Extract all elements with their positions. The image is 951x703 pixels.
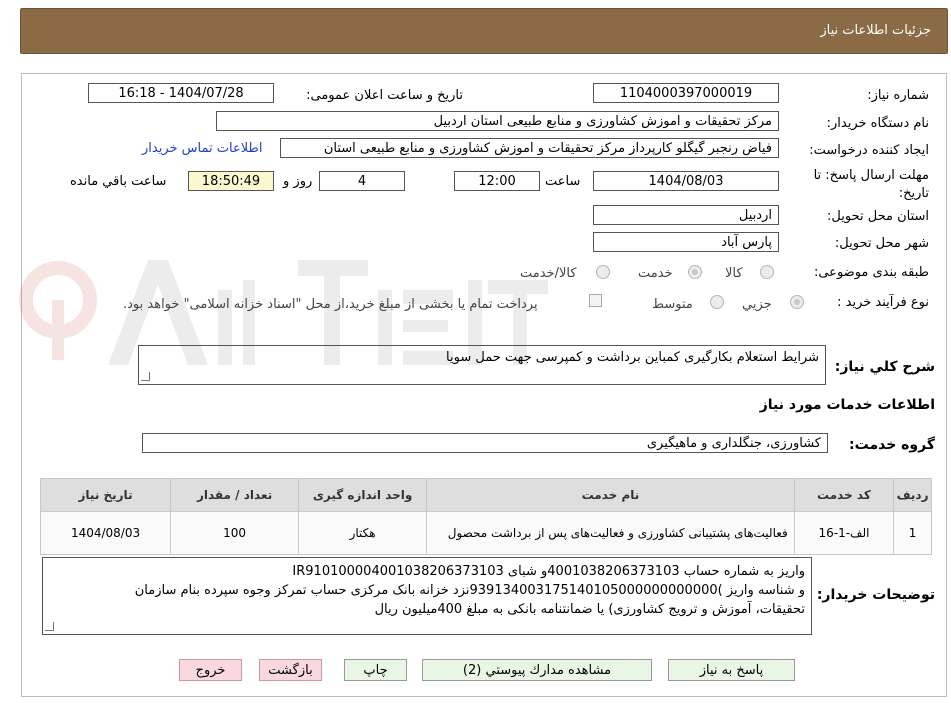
buyer-notes-line: و شناسه واریز )9391340031751401050000000… [134, 583, 805, 598]
buyer-contact-link[interactable]: اطلاعات تماس خریدار [142, 141, 262, 156]
table-row: 1 الف-1-16 فعالیت‌های پشتیبانی کشاورزی و… [39, 511, 932, 555]
reply-button[interactable]: پاسخ به نیاز [668, 659, 795, 681]
deadline-label: مهلت ارسال پاسخ: تا تاریخ: [813, 168, 929, 201]
page-title: جزئیات اطلاعات نیاز [820, 23, 931, 38]
category-both-label: کالا/خدمت [520, 266, 577, 281]
service-group-field: کشاورزی، جنگلداری و ماهیگیری [142, 433, 828, 453]
province-field: اردبیل [593, 205, 779, 225]
buyer-notes-line: واریز به شماره حساب 4001038206373103و شب… [292, 564, 805, 579]
service-group-label: گروه خدمت: [849, 437, 935, 453]
announce-label: تاریخ و ساعت اعلان عمومی: [306, 88, 463, 103]
process-minor-radio[interactable] [790, 295, 804, 309]
cell-name: فعالیت‌های پشتیبانی کشاورزی و فعالیت‌های… [426, 511, 795, 555]
page-header: جزئیات اطلاعات نیاز [20, 8, 948, 54]
attachments-button[interactable]: مشاهده مدارك پيوستي (2) [422, 659, 652, 681]
col-qty: تعداد / مقدار [170, 478, 300, 512]
city-field: پارس آباد [593, 232, 779, 252]
category-goods-label: کالا [725, 266, 743, 281]
col-name: نام خدمت [426, 478, 795, 512]
description-textarea[interactable]: شرایط استعلام بکارگیری کمباین برداشت و ک… [138, 345, 826, 385]
table-header-row: ردیف کد خدمت نام خدمت واحد اندازه گیری ت… [39, 478, 932, 512]
cell-code: الف-1-16 [793, 511, 895, 555]
treasury-payment-note: پرداخت تمام یا بخشی از مبلغ خرید،از محل … [123, 297, 538, 312]
buyer-notes-textarea[interactable]: واریز به شماره حساب 4001038206373103و شب… [42, 557, 812, 635]
category-goods-radio[interactable] [760, 265, 774, 279]
category-label: طبقه بندی موضوعی: [813, 265, 929, 280]
category-service-label: خدمت [638, 266, 673, 281]
services-title: اطلاعات خدمات مورد نیاز [759, 397, 935, 413]
category-both-radio[interactable] [596, 265, 610, 279]
deadline-time-field: 12:00 [454, 171, 540, 191]
col-row: ردیف [893, 478, 932, 512]
need-number-label: شماره نیاز: [867, 88, 929, 103]
buyer-org-field: مرکز تحقیقات و اموزش کشاورزی و منابع طبی… [216, 111, 779, 131]
province-label: استان محل تحویل: [827, 209, 929, 224]
process-minor-label: جزیي [742, 297, 772, 312]
remaining-time-field: 18:50:49 [188, 171, 274, 191]
buyer-notes-text: واریز به شماره حساب 4001038206373103و شب… [135, 562, 805, 619]
col-date: تاریخ نیاز [39, 478, 172, 512]
process-label: نوع فرآیند خرید : [837, 295, 929, 310]
city-label: شهر محل تحویل: [834, 236, 929, 251]
requester-label: ایجاد کننده درخواست: [809, 143, 929, 158]
description-label: شرح کلي نیاز: [834, 359, 935, 375]
remaining-days-label: روز و [283, 174, 313, 189]
description-text: شرایط استعلام بکارگیری کمباین برداشت و ک… [446, 350, 819, 365]
buyer-notes-line: تحقیقات، آموزش و ترویج کشاورزی) یا ضمانت… [374, 602, 805, 617]
print-button[interactable]: چاپ [344, 659, 407, 681]
back-button[interactable]: بازگشت [259, 659, 322, 681]
cell-unit: هکتار [298, 511, 428, 555]
buyer-notes-label: توضیحات خریدار: [816, 587, 935, 603]
exit-button[interactable]: خروج [179, 659, 242, 681]
process-medium-label: متوسط [652, 297, 693, 312]
category-service-radio[interactable] [688, 265, 702, 279]
need-number-field: 1104000397000019 [593, 83, 779, 103]
cell-row: 1 [893, 511, 932, 555]
buyer-org-label: نام دستگاه خریدار: [826, 116, 929, 131]
resize-handle[interactable] [45, 622, 54, 631]
cell-qty: 100 [170, 511, 300, 555]
cell-date: 1404/08/03 [39, 511, 172, 555]
deadline-date-field: 1404/08/03 [593, 171, 779, 191]
remaining-time-label: ساعت باقي مانده [70, 174, 167, 189]
services-table: ردیف کد خدمت نام خدمت واحد اندازه گیری ت… [39, 478, 932, 555]
col-unit: واحد اندازه گیری [298, 478, 428, 512]
requester-field: فیاض رنجبر گیگلو کارپرداز مرکز تحقیقات و… [280, 138, 779, 158]
col-code: کد خدمت [793, 478, 895, 512]
deadline-time-label: ساعت [545, 174, 581, 189]
remaining-days-field: 4 [319, 171, 405, 191]
announce-field: 1404/07/28 - 16:18 [88, 83, 274, 103]
process-medium-radio[interactable] [710, 295, 724, 309]
treasury-payment-checkbox[interactable] [589, 294, 602, 307]
resize-handle[interactable] [141, 372, 150, 381]
